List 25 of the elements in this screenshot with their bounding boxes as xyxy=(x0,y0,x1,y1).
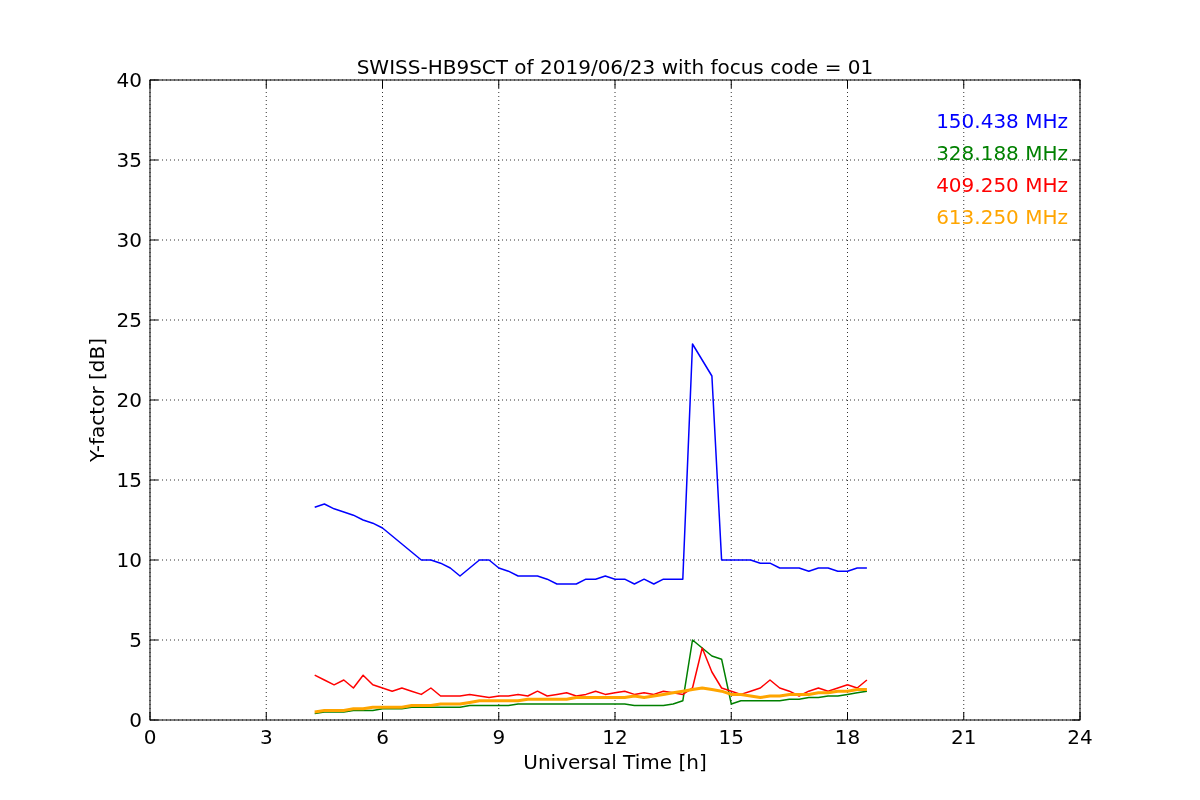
x-tick-label: 3 xyxy=(259,725,273,749)
y-tick-label: 0 xyxy=(129,708,142,732)
x-tick-label: 12 xyxy=(602,725,628,749)
y-tick-label: 30 xyxy=(116,228,142,252)
y-tick-label: 40 xyxy=(116,68,142,92)
x-tick-label: 21 xyxy=(951,725,977,749)
x-tick-label: 9 xyxy=(492,725,506,749)
x-tick-label: 15 xyxy=(718,725,744,749)
legend-label: 613.250 MHz xyxy=(936,205,1068,229)
legend-label: 150.438 MHz xyxy=(936,109,1068,133)
chart-title: SWISS-HB9SCT of 2019/06/23 with focus code = 01 xyxy=(356,55,874,79)
y-tick-label: 35 xyxy=(116,148,142,172)
y-tick-label: 20 xyxy=(116,388,142,412)
y-tick-label: 10 xyxy=(116,548,142,572)
y-tick-label: 15 xyxy=(116,468,142,492)
x-tick-label: 0 xyxy=(143,725,157,749)
y-tick-label: 25 xyxy=(116,308,142,332)
x-tick-label: 6 xyxy=(376,725,389,749)
x-tick-label: 18 xyxy=(834,725,861,749)
y-tick-label: 5 xyxy=(129,628,142,652)
legend-label: 328.188 MHz xyxy=(936,141,1068,165)
x-axis-label: Universal Time [h] xyxy=(523,750,707,774)
x-tick-label: 24 xyxy=(1067,725,1093,749)
y-axis-label: Y-factor [dB] xyxy=(85,338,109,462)
legend-label: 409.250 MHz xyxy=(936,173,1068,197)
